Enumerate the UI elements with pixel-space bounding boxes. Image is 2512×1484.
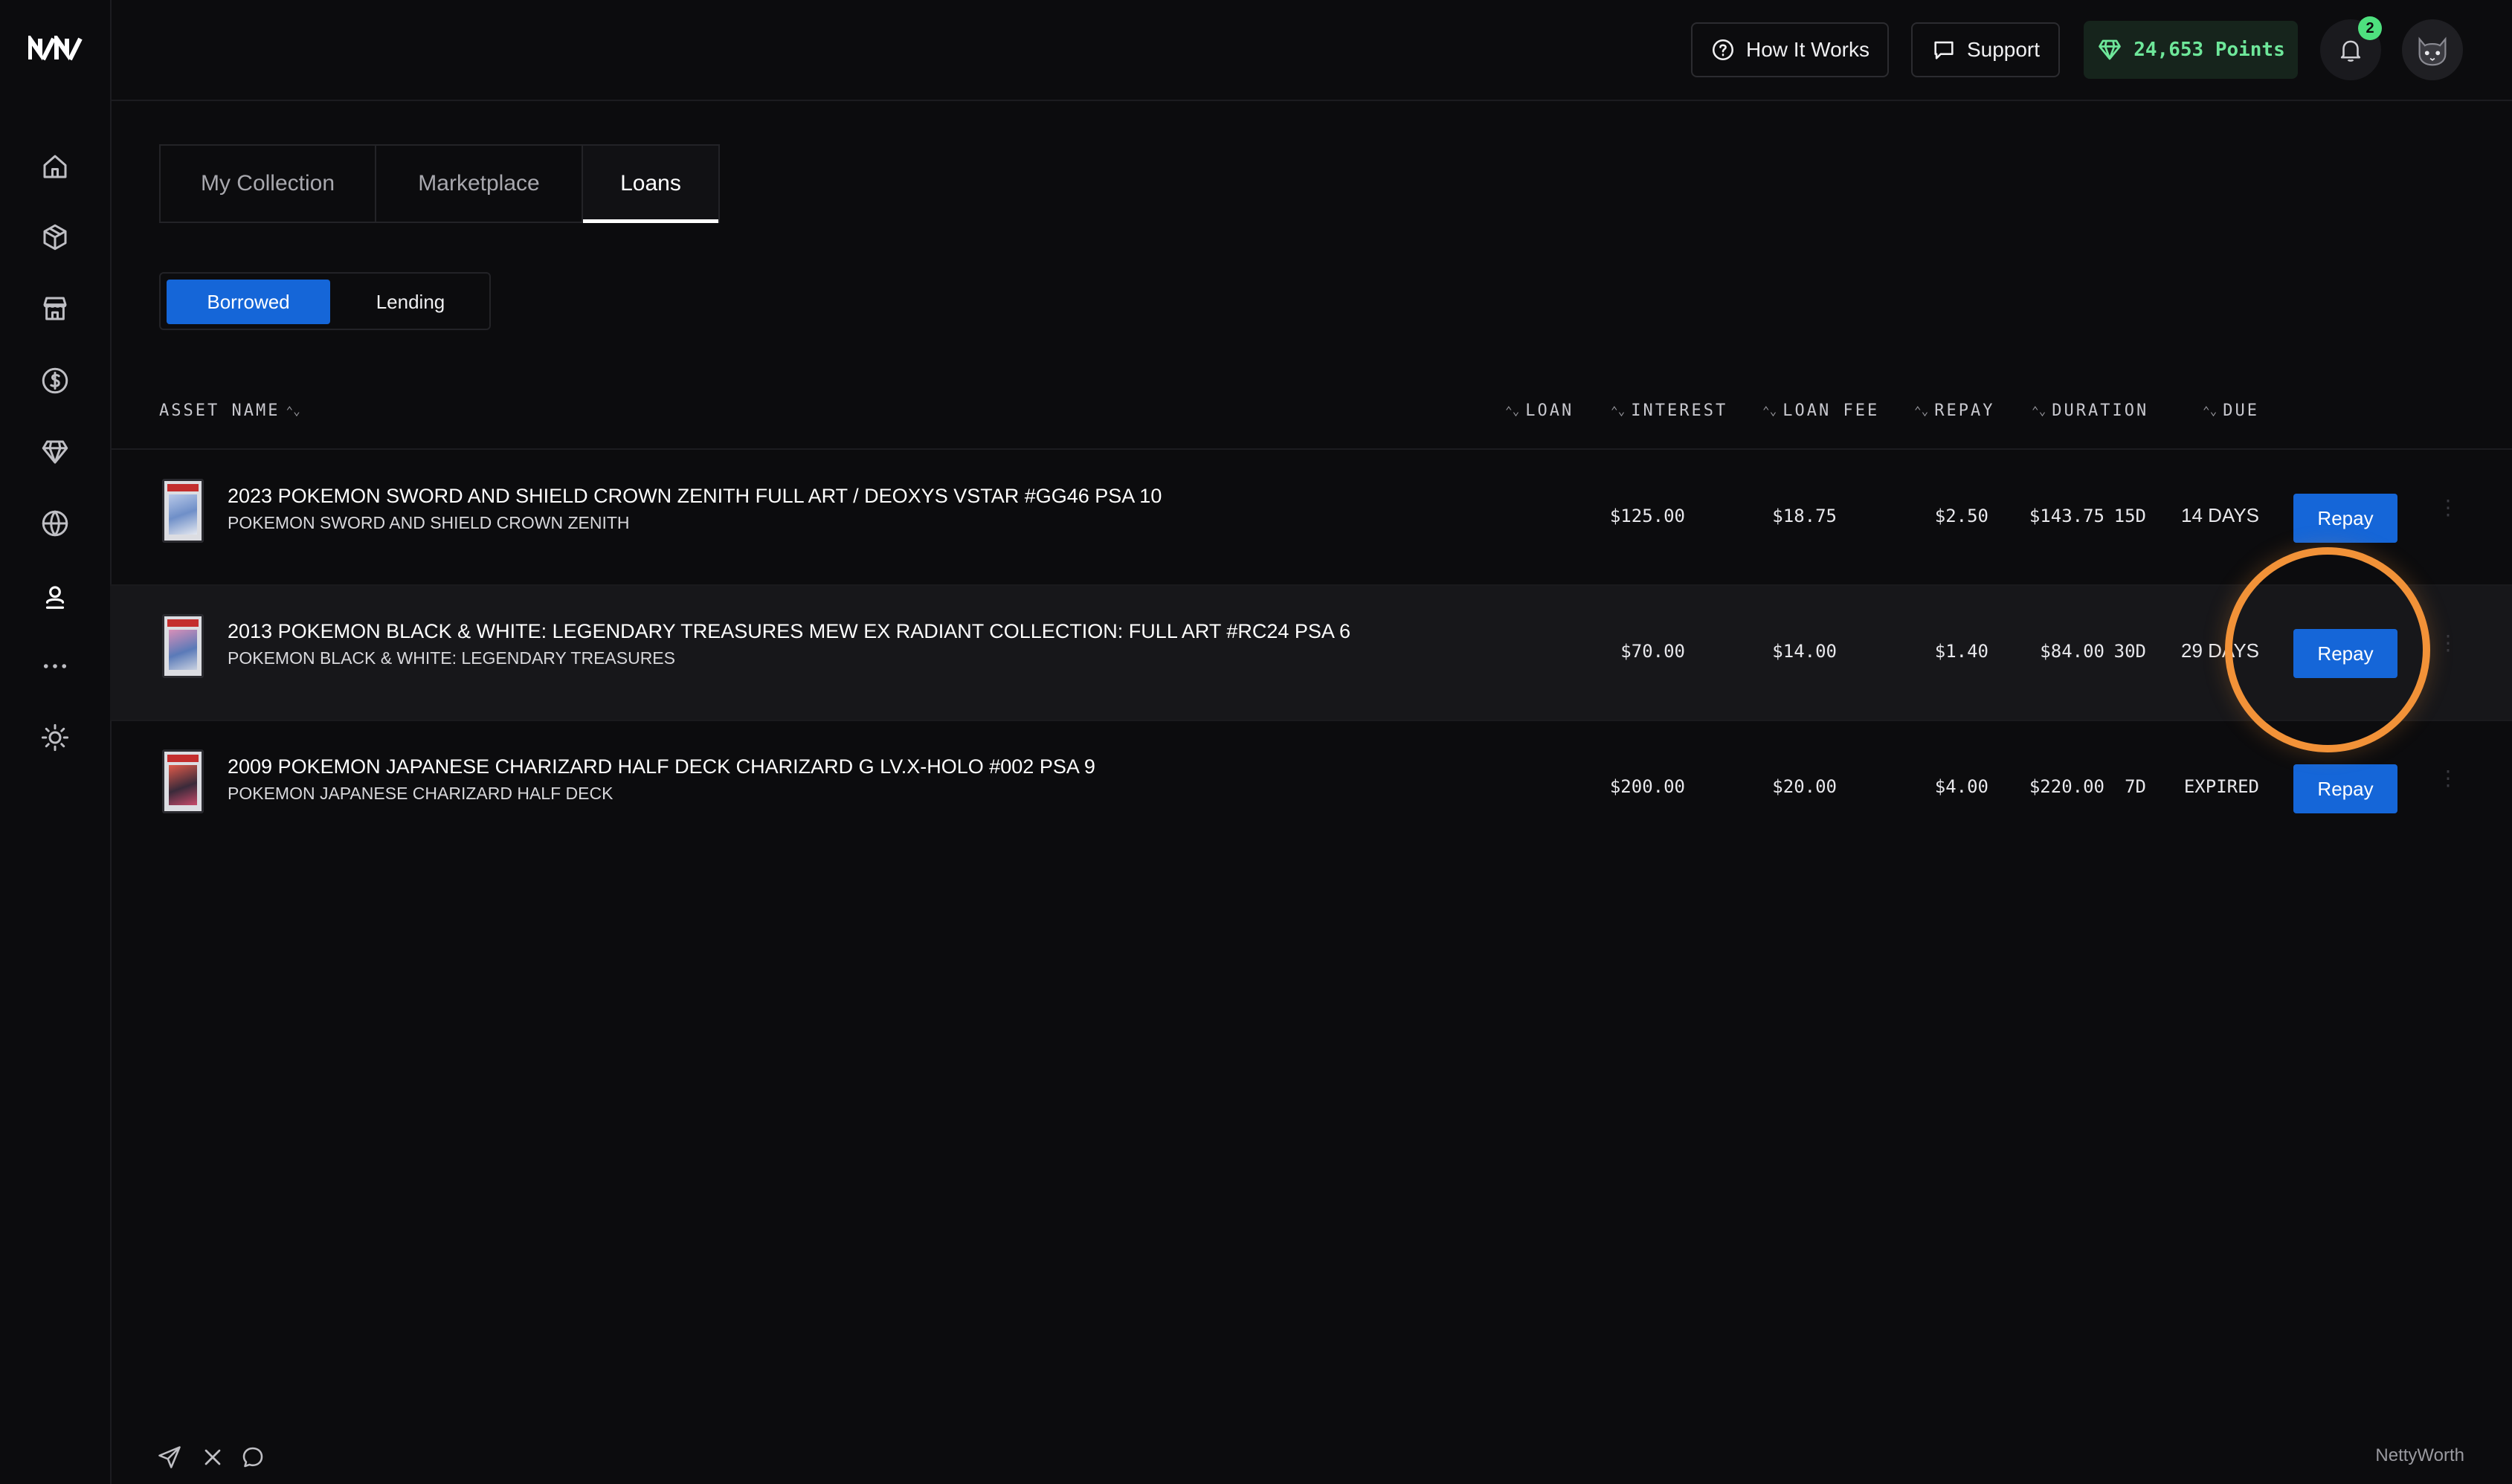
asset-set: POKEMON SWORD AND SHIELD CROWN ZENITH [228,513,630,532]
user-icon[interactable] [39,582,71,615]
sort-icon: ⌃⌄ [1914,403,1929,418]
asset-title: 2013 POKEMON BLACK & WHITE: LEGENDARY TR… [228,620,1350,642]
table-row[interactable]: 2013 POKEMON BLACK & WHITE: LEGENDARY TR… [110,586,2512,720]
loan-type-toggle: Borrowed Lending [159,272,491,330]
loan-amount: $125.00 [1609,506,1685,526]
repay-button[interactable]: Repay [2293,494,2397,543]
repay-amount: $220.00 [2029,776,2104,797]
bell-icon [2340,40,2361,62]
tab-loans[interactable]: Loans [583,146,718,223]
sort-icon: ⌃⌄ [1611,403,1626,418]
asset-title: 2009 POKEMON JAPANESE CHARIZARD HALF DEC… [228,755,1095,778]
main-tabs: My Collection Marketplace Loans [159,144,720,223]
home-icon[interactable] [39,150,71,183]
asset-set: POKEMON BLACK & WHITE: LEGENDARY TREASUR… [228,648,675,668]
row-menu-icon[interactable]: ⋮ [2438,766,2458,790]
diamond-icon[interactable] [39,436,71,468]
loan-amount: $200.00 [1609,776,1685,797]
sort-icon: ⌃⌄ [1762,403,1777,418]
header-duration-label: DURATION [2052,401,2149,420]
table-row[interactable]: 2009 POKEMON JAPANESE CHARIZARD HALF DEC… [110,721,2512,855]
card-thumbnail [162,749,204,813]
diamond-icon [2099,39,2122,60]
row-menu-icon[interactable]: ⋮ [2438,630,2458,655]
globe-icon[interactable] [39,507,71,540]
store-icon[interactable] [39,292,71,325]
loan-fee-amount: $4.00 [1934,776,1988,797]
more-icon[interactable] [39,650,71,683]
table-row[interactable]: 2023 POKEMON SWORD AND SHIELD CROWN ZENI… [110,451,2512,584]
how-it-works-label: How It Works [1746,38,1869,61]
support-label: Support [1966,38,2041,61]
asset-title: 2023 POKEMON SWORD AND SHIELD CROWN ZENI… [228,485,1162,507]
loan-fee-amount: $2.50 [1934,506,1988,526]
chat-icon[interactable] [239,1444,266,1471]
row-menu-icon[interactable]: ⋮ [2438,495,2458,520]
sort-icon: ⌃⌄ [286,403,300,418]
header-repay-label: REPAY [1934,401,1995,420]
brand-name: NettyWorth [2375,1445,2464,1465]
help-icon [1712,39,1734,61]
box-icon[interactable] [39,221,71,254]
lending-toggle[interactable]: Lending [336,280,485,324]
send-icon[interactable] [156,1444,183,1471]
points-value: 24,653 Points [2133,39,2285,61]
sort-icon: ⌃⌄ [2032,403,2046,418]
due-value: EXPIRED [2183,776,2259,797]
notification-count-badge: 2 [2358,16,2382,40]
cat-avatar-icon [2418,36,2447,66]
avatar[interactable] [2402,19,2463,80]
card-thumbnail [162,614,204,678]
header-loan-fee[interactable]: ⌃⌄ LOAN FEE [1762,401,1879,420]
message-icon [1934,41,1954,59]
dollar-icon[interactable] [39,364,71,397]
header-asset-name-label: ASSET NAME [159,401,280,420]
due-value: 29 DAYS [2180,639,2259,662]
tab-my-collection[interactable]: My Collection [161,146,376,222]
sort-icon: ⌃⌄ [1505,403,1520,418]
header-loan-label: LOAN [1525,401,1574,420]
borrowed-toggle[interactable]: Borrowed [167,280,330,324]
header-due[interactable]: ⌃⌄ DUE [2203,401,2259,420]
header-interest[interactable]: ⌃⌄ INTEREST [1611,401,1727,420]
sort-icon: ⌃⌄ [2203,403,2218,418]
asset-set: POKEMON JAPANESE CHARIZARD HALF DECK [228,784,613,803]
sidebar [0,0,112,1484]
header-duration[interactable]: ⌃⌄ DURATION [2032,401,2148,420]
header-asset-name[interactable]: ASSET NAME ⌃⌄ [159,401,300,420]
header-divider [110,448,2512,450]
interest-amount: $14.00 [1772,641,1837,662]
header-repay[interactable]: ⌃⌄ REPAY [1914,401,1995,420]
header-due-label: DUE [2223,401,2260,420]
repay-amount: $84.00 [2040,641,2104,662]
repay-amount: $143.75 [2029,506,2104,526]
loan-fee-amount: $1.40 [1934,641,1988,662]
header-loan[interactable]: ⌃⌄ LOAN [1505,401,1574,420]
due-value: 14 DAYS [2180,504,2259,526]
app-logo[interactable] [28,36,83,62]
x-icon[interactable] [199,1444,226,1471]
loan-amount: $70.00 [1620,641,1685,662]
points-badge[interactable]: 24,653 Points [2084,21,2298,79]
card-thumbnail [162,479,204,543]
tab-marketplace[interactable]: Marketplace [376,146,583,222]
support-button[interactable]: Support [1911,22,2060,77]
sun-icon[interactable] [39,721,71,754]
how-it-works-button[interactable]: How It Works [1691,22,1889,77]
interest-amount: $18.75 [1772,506,1837,526]
header-loan-fee-label: LOAN FEE [1782,401,1880,420]
interest-amount: $20.00 [1772,776,1837,797]
repay-button[interactable]: Repay [2293,764,2397,813]
repay-button[interactable]: Repay [2293,629,2397,678]
header-interest-label: INTEREST [1631,401,1728,420]
